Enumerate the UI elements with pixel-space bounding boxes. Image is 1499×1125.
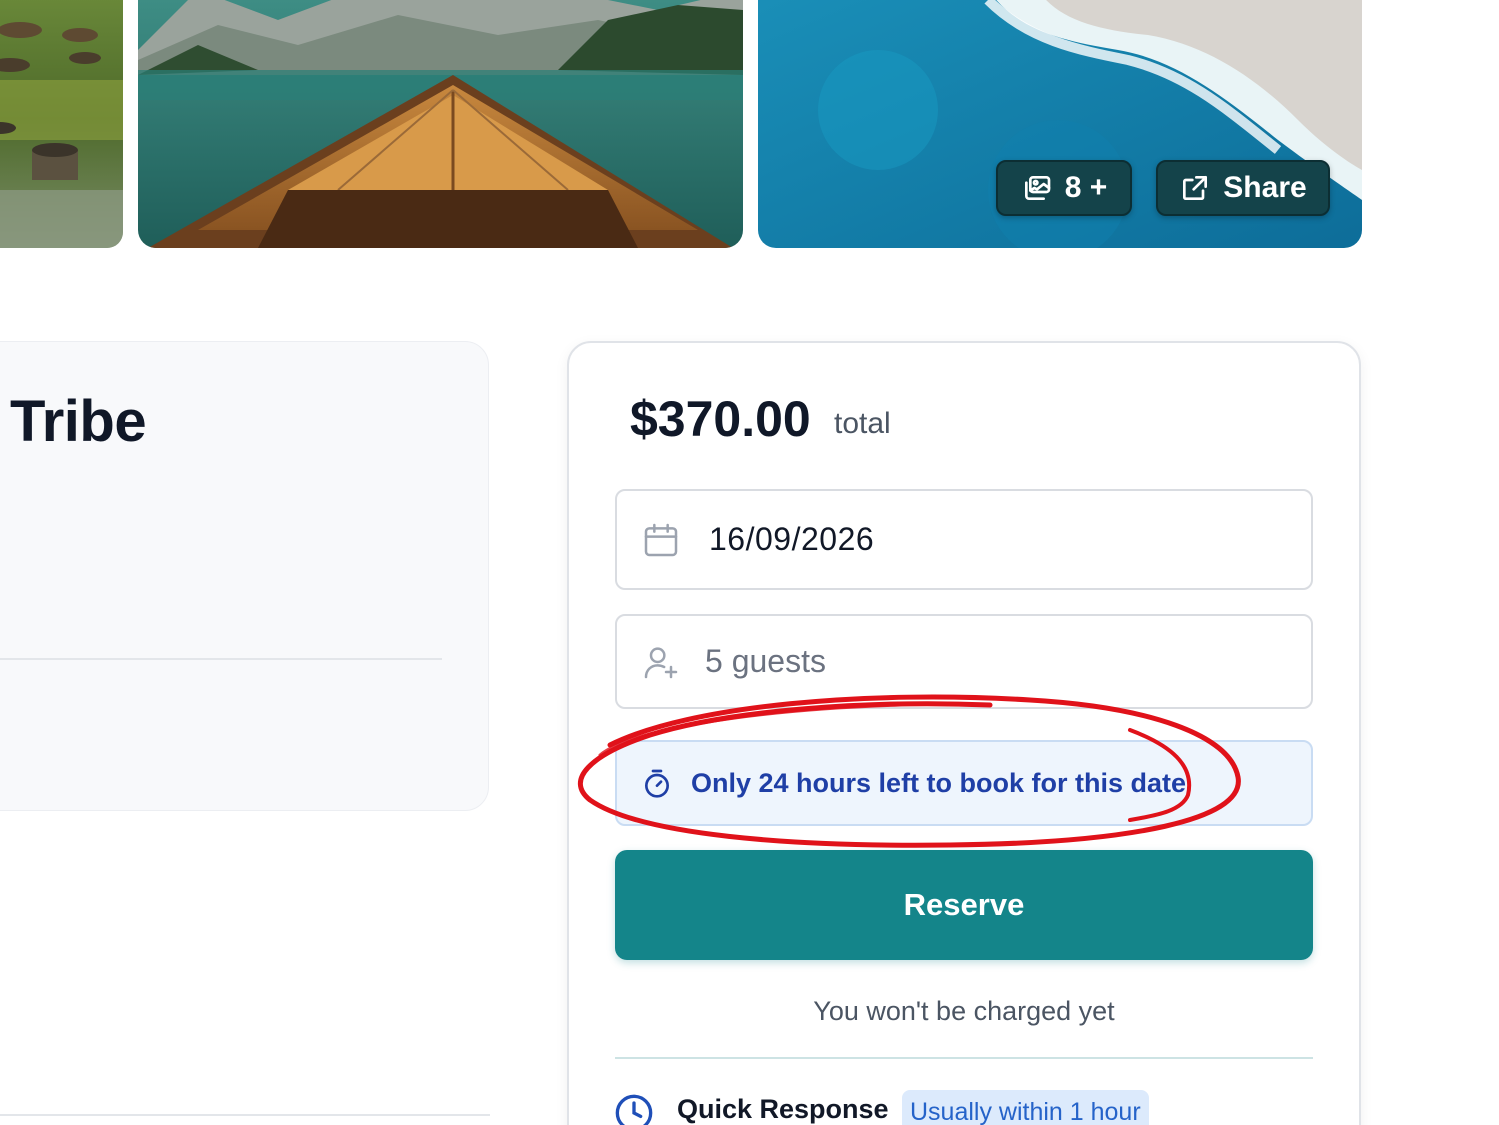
price-amount: $370.00 (630, 391, 811, 447)
guests-value: 5 guests (705, 643, 826, 679)
gallery-photo-pond[interactable] (0, 0, 123, 248)
urgency-banner: Only 24 hours left to book for this date (615, 740, 1313, 826)
listing-title: Tribe (10, 389, 147, 454)
card-divider (615, 1057, 1313, 1059)
reserve-button[interactable]: Reserve (615, 850, 1313, 960)
share-button[interactable]: Share (1156, 160, 1330, 216)
date-picker-field[interactable]: 16/09/2026 (615, 489, 1313, 590)
photos-count-label: 8 + (1064, 171, 1108, 204)
section-divider (0, 1114, 490, 1116)
guests-selector-field[interactable]: 5 guests (615, 614, 1313, 709)
gallery-icon (1024, 176, 1051, 200)
info-divider (0, 658, 442, 660)
urgency-text: Only 24 hours left to book for this date (691, 767, 1187, 798)
price-suffix: total (834, 407, 891, 440)
quick-response-badge: Usually within 1 hour (902, 1090, 1149, 1125)
quick-response-label: Quick Response (677, 1094, 889, 1124)
share-label: Share (1223, 171, 1307, 204)
charge-note: You won't be charged yet (813, 996, 1115, 1026)
photos-count-button[interactable]: 8 + (996, 160, 1132, 216)
add-user-icon (644, 646, 678, 678)
external-link-icon (1183, 176, 1208, 200)
gallery-photo-boat-lake[interactable] (138, 0, 743, 248)
clock-icon (615, 1094, 653, 1125)
date-value: 16/09/2026 (709, 521, 875, 557)
calendar-icon (644, 523, 678, 556)
stopwatch-icon (645, 769, 669, 798)
